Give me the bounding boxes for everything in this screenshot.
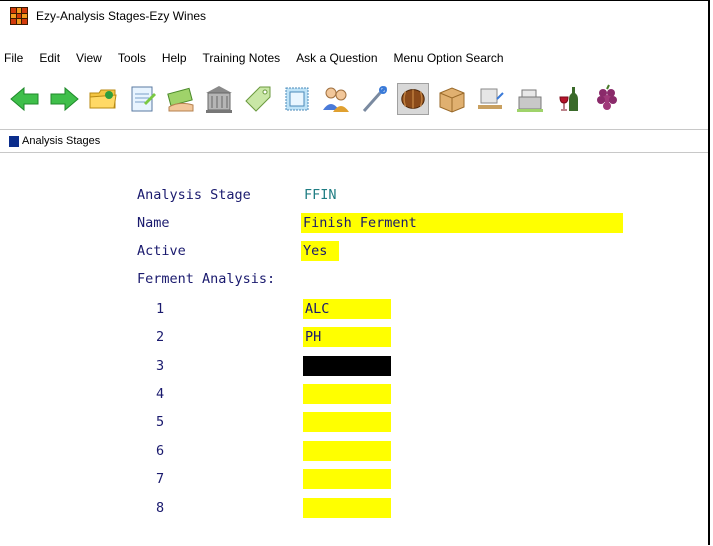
ferment-analysis-field-focused[interactable] — [303, 356, 391, 376]
name-label: Name — [137, 215, 170, 231]
box-icon[interactable] — [436, 83, 468, 115]
window-title: Ezy-Analysis Stages-Ezy Wines — [36, 9, 207, 23]
menu-edit[interactable]: Edit — [31, 51, 68, 65]
menu-tools[interactable]: Tools — [110, 51, 154, 65]
app-logo-icon — [10, 7, 28, 25]
menu-training-notes[interactable]: Training Notes — [195, 51, 289, 65]
building-icon[interactable] — [203, 83, 235, 115]
pallet-icon[interactable] — [475, 83, 507, 115]
analysis-stage-form: Analysis Stage FFIN Name Finish Ferment … — [0, 153, 708, 546]
cash-register-icon[interactable] — [514, 83, 546, 115]
people-icon[interactable] — [320, 83, 352, 115]
menu-option-search[interactable]: Menu Option Search — [386, 51, 512, 65]
ferment-analysis-field[interactable]: PH — [303, 327, 391, 347]
barrel-icon[interactable] — [397, 83, 430, 115]
ferment-analysis-field[interactable] — [303, 441, 391, 461]
panel-marker-icon — [9, 135, 19, 147]
panel-title: Analysis Stages — [22, 135, 101, 147]
wrench-icon[interactable] — [358, 83, 390, 115]
tag-icon[interactable] — [242, 83, 274, 115]
analysis-stage-label: Analysis Stage — [137, 187, 251, 203]
ferment-analysis-field[interactable] — [303, 469, 391, 489]
toolbar — [6, 74, 708, 124]
name-field[interactable]: Finish Ferment — [301, 213, 623, 233]
ferment-analysis-field[interactable]: ALC — [303, 299, 391, 319]
active-field[interactable]: Yes — [301, 241, 339, 261]
money-hand-icon[interactable] — [165, 83, 197, 115]
forward-arrow-icon[interactable] — [48, 83, 80, 115]
menu-help[interactable]: Help — [154, 51, 195, 65]
menu-file[interactable]: File — [0, 51, 31, 65]
ferment-row-number: 1 — [156, 301, 165, 317]
ferment-row-number: 4 — [156, 386, 165, 402]
menu-view[interactable]: View — [68, 51, 110, 65]
app-window: Ezy-Analysis Stages-Ezy Wines File Edit … — [0, 0, 710, 545]
ferment-row-number: 7 — [156, 471, 165, 487]
wine-bottles-icon[interactable] — [552, 83, 584, 115]
ferment-row-number: 2 — [156, 329, 165, 345]
back-arrow-icon[interactable] — [9, 83, 41, 115]
notepad-icon[interactable] — [126, 83, 158, 115]
folder-icon[interactable] — [87, 83, 119, 115]
ferment-row-number: 8 — [156, 500, 165, 516]
stamp-icon[interactable] — [281, 83, 313, 115]
analysis-stage-code: FFIN — [304, 187, 337, 203]
ferment-analysis-field[interactable] — [303, 384, 391, 404]
ferment-row-number: 5 — [156, 414, 165, 430]
menu-ask-a-question[interactable]: Ask a Question — [288, 51, 385, 65]
ferment-analysis-field[interactable] — [303, 498, 391, 518]
active-label: Active — [137, 243, 186, 259]
ferment-analysis-field[interactable] — [303, 412, 391, 432]
ferment-analysis-label: Ferment Analysis: — [137, 271, 276, 287]
menu-bar: File Edit View Tools Help Training Notes… — [0, 47, 708, 69]
panel-header: Analysis Stages — [0, 129, 708, 153]
ferment-row-number: 6 — [156, 443, 165, 459]
title-bar: Ezy-Analysis Stages-Ezy Wines — [0, 1, 708, 31]
ferment-row-number: 3 — [156, 358, 165, 374]
grapes-icon[interactable] — [591, 83, 623, 115]
